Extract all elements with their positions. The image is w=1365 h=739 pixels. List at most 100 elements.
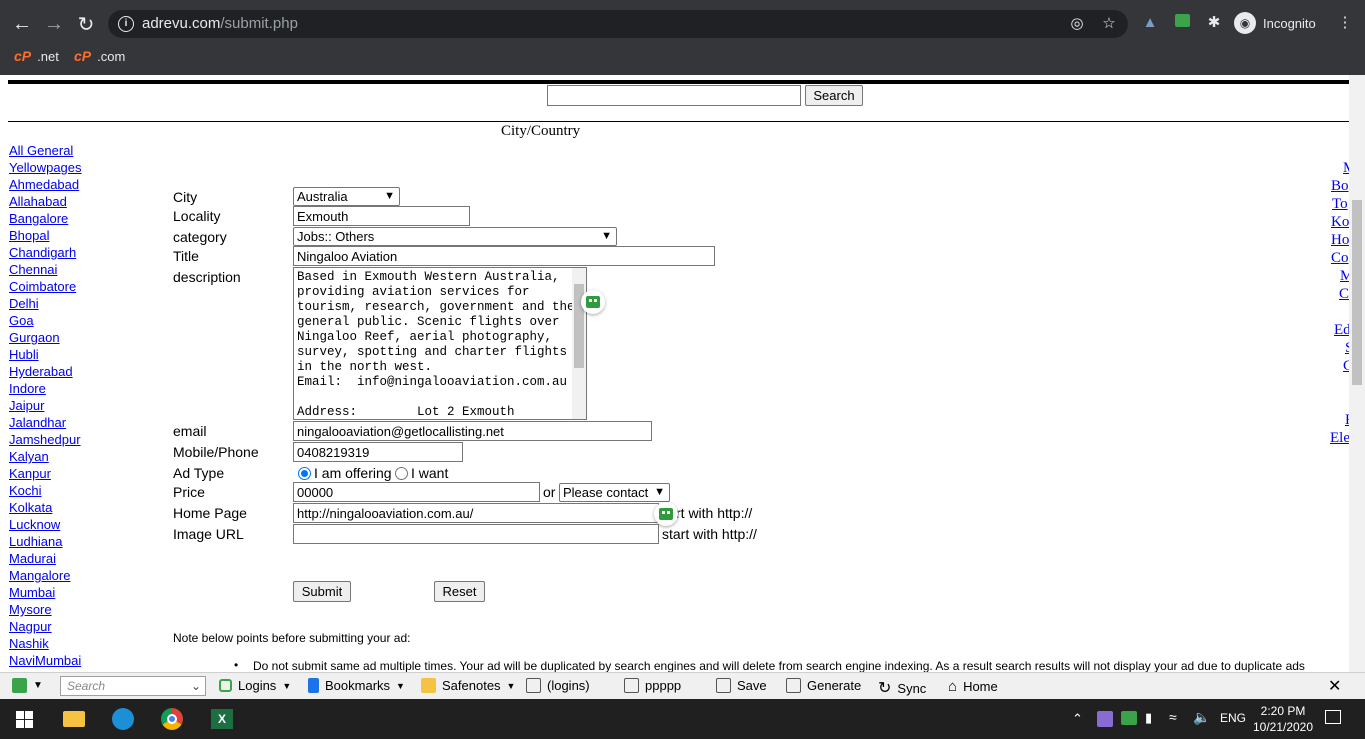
- sidebar-link[interactable]: Allahabad: [9, 194, 67, 209]
- tracking-eye-icon[interactable]: ◎: [1068, 15, 1086, 33]
- sidebar-link[interactable]: Kolkata: [9, 500, 52, 515]
- language-indicator[interactable]: ENG: [1220, 711, 1246, 725]
- page-scrollbar[interactable]: [1349, 75, 1365, 672]
- category-select[interactable]: Jobs:: Others ▼: [293, 227, 617, 246]
- sidebar-link[interactable]: Bhopal: [9, 228, 49, 243]
- locality-input[interactable]: [293, 206, 470, 226]
- sidebar-link[interactable]: Jaipur: [9, 398, 44, 413]
- sidebar-link[interactable]: Mumbai: [9, 585, 55, 600]
- sidebar-link[interactable]: Yellowpages: [9, 160, 82, 175]
- adtype-want-option[interactable]: I want: [395, 465, 448, 481]
- sidebar-link[interactable]: Jamshedpur: [9, 432, 81, 447]
- site-info-icon[interactable]: i: [118, 16, 134, 32]
- roboform-save[interactable]: Save: [716, 678, 767, 693]
- edge-icon[interactable]: [110, 707, 136, 731]
- tray-chevron-icon[interactable]: ⌃: [1072, 711, 1083, 727]
- sidebar-link[interactable]: Jalandhar: [9, 415, 66, 430]
- roboform-logins[interactable]: Logins ▼: [219, 678, 291, 693]
- sidebar-link[interactable]: Goa: [9, 313, 34, 328]
- sidebar-link[interactable]: Nashik: [9, 636, 49, 651]
- roboform-bookmarks[interactable]: Bookmarks ▼: [308, 678, 405, 693]
- search-input[interactable]: [547, 85, 801, 106]
- extension-mountain-icon[interactable]: ▲: [1141, 14, 1159, 32]
- roboform-menu[interactable]: ▼: [12, 678, 43, 693]
- right-sidebar-link[interactable]: Bo: [1331, 178, 1349, 195]
- tray-pen-icon[interactable]: [1097, 711, 1113, 727]
- sidebar-link[interactable]: Madurai: [9, 551, 56, 566]
- sidebar-link[interactable]: Hyderabad: [9, 364, 73, 379]
- clock[interactable]: 2:20 PM 10/21/2020: [1252, 703, 1314, 735]
- incognito-indicator[interactable]: ◉ Incognito: [1234, 12, 1316, 34]
- wifi-icon[interactable]: ≈: [1169, 709, 1177, 725]
- roboform-home[interactable]: ⌂ Home: [948, 678, 998, 695]
- excel-icon[interactable]: X: [209, 707, 235, 731]
- right-sidebar-link[interactable]: Ele: [1330, 430, 1349, 447]
- battery-icon[interactable]: ▮: [1145, 710, 1152, 726]
- sidebar-link[interactable]: Coimbatore: [9, 279, 76, 294]
- sidebar-link[interactable]: Kanpur: [9, 466, 51, 481]
- bookmark-star-icon[interactable]: ☆: [1100, 15, 1118, 33]
- city-select[interactable]: Australia ▼: [293, 187, 400, 206]
- sidebar-link[interactable]: Hubli: [9, 347, 39, 362]
- roboform-ppppp[interactable]: ppppp: [624, 678, 681, 693]
- sidebar-link[interactable]: Kochi: [9, 483, 42, 498]
- sidebar-link[interactable]: Lucknow: [9, 517, 60, 532]
- roboform-search-input[interactable]: Search ⌄: [60, 676, 206, 696]
- roboform-sync[interactable]: ↻ Sync: [878, 678, 926, 698]
- right-sidebar-link[interactable]: Co: [1331, 250, 1349, 267]
- radio-checked-icon[interactable]: [298, 467, 311, 480]
- description-textarea[interactable]: Based in Exmouth Western Australia, prov…: [293, 267, 587, 420]
- extensions-puzzle-icon[interactable]: ✱: [1205, 14, 1223, 32]
- adtype-offering-option[interactable]: I am offering: [298, 465, 392, 481]
- sidebar-link[interactable]: Mysore: [9, 602, 52, 617]
- volume-icon[interactable]: 🔈: [1193, 709, 1210, 726]
- roboform-extension-icon[interactable]: [1173, 14, 1191, 32]
- reload-icon[interactable]: ↻: [74, 12, 98, 36]
- sidebar-link[interactable]: Gurgaon: [9, 330, 60, 345]
- sidebar-link[interactable]: Ahmedabad: [9, 177, 79, 192]
- radio-unchecked-icon[interactable]: [395, 467, 408, 480]
- sidebar-link[interactable]: Bangalore: [9, 211, 68, 226]
- reset-button[interactable]: Reset: [434, 581, 485, 602]
- textarea-scrollbar[interactable]: [572, 268, 586, 419]
- email-input[interactable]: [293, 421, 652, 441]
- sidebar-link[interactable]: NaviMumbai: [9, 653, 81, 668]
- image-url-input[interactable]: [293, 524, 659, 544]
- right-sidebar-link[interactable]: Ho: [1331, 232, 1349, 249]
- roboform-generate[interactable]: Generate: [786, 678, 861, 693]
- chrome-icon[interactable]: [159, 707, 185, 731]
- price-contact-select[interactable]: Please contact ▼: [559, 483, 670, 502]
- sidebar-link[interactable]: Ludhiana: [9, 534, 63, 549]
- price-input[interactable]: [293, 482, 540, 502]
- right-sidebar-link[interactable]: To: [1332, 196, 1348, 213]
- roboform-field-icon[interactable]: [581, 290, 605, 314]
- sidebar-link[interactable]: Chandigarh: [9, 245, 76, 260]
- search-button[interactable]: Search: [805, 85, 863, 106]
- right-sidebar-link[interactable]: C: [1339, 286, 1349, 303]
- bookmark-com[interactable]: cP .com: [74, 48, 125, 64]
- roboform-field-icon[interactable]: [654, 502, 678, 526]
- phone-input[interactable]: [293, 442, 463, 462]
- close-icon[interactable]: ✕: [1328, 676, 1341, 696]
- sidebar-link[interactable]: Nagpur: [9, 619, 52, 634]
- sidebar-link[interactable]: Delhi: [9, 296, 39, 311]
- tray-roboform-icon[interactable]: [1121, 711, 1137, 725]
- roboform-logins-group[interactable]: (logins): [526, 678, 590, 693]
- bookmark-net[interactable]: cP .net: [14, 48, 59, 64]
- notifications-icon[interactable]: [1325, 710, 1341, 724]
- right-sidebar-link[interactable]: Ko: [1331, 214, 1349, 231]
- sidebar-link[interactable]: Kalyan: [9, 449, 49, 464]
- forward-icon[interactable]: →: [42, 12, 66, 36]
- sidebar-link[interactable]: Indore: [9, 381, 46, 396]
- sidebar-link[interactable]: All General: [9, 143, 73, 158]
- homepage-input[interactable]: [293, 503, 659, 523]
- sidebar-link[interactable]: Mangalore: [9, 568, 70, 583]
- right-sidebar-link[interactable]: M: [1340, 268, 1349, 285]
- address-bar[interactable]: i adrevu.com/submit.php ◎ ☆: [108, 10, 1128, 38]
- sidebar-link[interactable]: Chennai: [9, 262, 57, 277]
- file-explorer-icon[interactable]: [61, 707, 87, 731]
- right-sidebar-link[interactable]: Ed: [1334, 322, 1349, 339]
- roboform-safenotes[interactable]: Safenotes ▼: [421, 678, 515, 693]
- title-input[interactable]: [293, 246, 715, 266]
- back-icon[interactable]: ←: [10, 12, 34, 36]
